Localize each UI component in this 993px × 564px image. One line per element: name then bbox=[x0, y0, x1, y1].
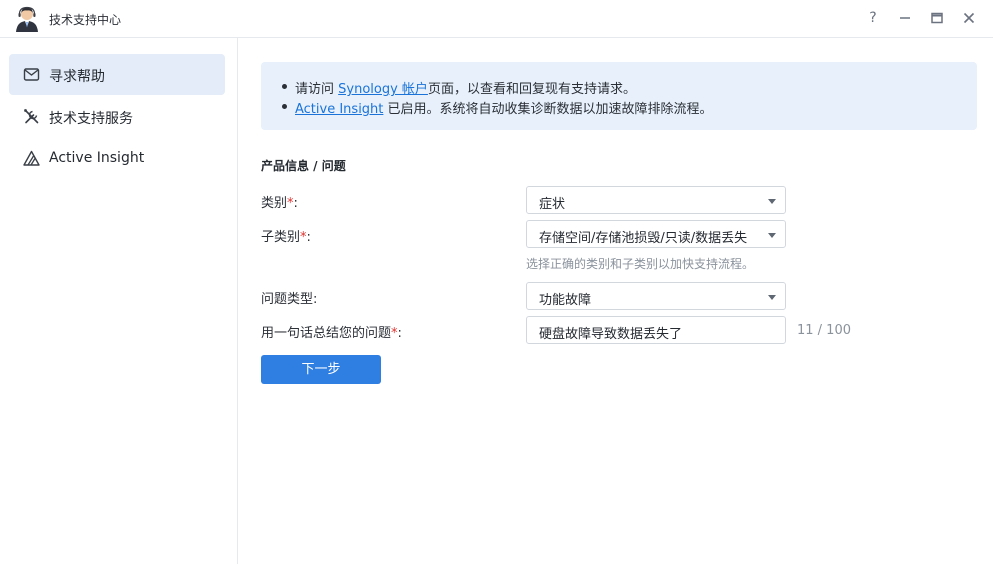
tools-icon bbox=[23, 108, 39, 124]
subcategory-select[interactable]: 存储空间/存储池损毁/只读/数据丢失 bbox=[526, 220, 786, 248]
chevron-down-icon bbox=[768, 295, 776, 300]
notice-line-account: 请访问 Synology 帐户页面，以查看和回复现有支持请求。 bbox=[295, 78, 636, 97]
notice-line-active-insight: Active Insight 已启用。系统将自动收集诊断数据以加速故障排除流程。 bbox=[295, 98, 713, 117]
window-title: 技术支持中心 bbox=[49, 13, 122, 27]
mail-icon bbox=[23, 68, 40, 81]
info-notice: 请访问 Synology 帐户页面，以查看和回复现有支持请求。 Active I… bbox=[261, 62, 977, 130]
summary-input[interactable]: 硬盘故障导致数据丢失了 bbox=[526, 316, 786, 344]
sidebar-item-support-services[interactable]: 技术支持服务 bbox=[9, 96, 225, 137]
title-bar: 技术支持中心 ? bbox=[0, 0, 993, 38]
minimize-icon[interactable] bbox=[895, 8, 915, 28]
bullet-icon bbox=[282, 104, 287, 109]
subcategory-value: 存储空间/存储池损毁/只读/数据丢失 bbox=[539, 231, 748, 246]
sidebar-item-active-insight[interactable]: Active Insight bbox=[9, 138, 225, 179]
notice-text: 请访问 bbox=[295, 82, 339, 97]
sidebar: 寻求帮助 技术支持服务 Active Insight bbox=[0, 38, 238, 564]
active-insight-icon bbox=[23, 150, 40, 166]
chevron-down-icon bbox=[768, 233, 776, 238]
section-title: 产品信息 / 问题 bbox=[261, 159, 346, 173]
category-select[interactable]: 症状 bbox=[526, 186, 786, 214]
character-counter: 11 / 100 bbox=[797, 323, 851, 338]
sidebar-item-label: 寻求帮助 bbox=[49, 69, 105, 85]
support-agent-avatar-icon bbox=[16, 6, 38, 32]
synology-account-link[interactable]: Synology 帐户 bbox=[338, 82, 428, 97]
maximize-icon[interactable] bbox=[927, 8, 947, 28]
sidebar-item-label: 技术支持服务 bbox=[49, 111, 133, 127]
sidebar-item-get-help[interactable]: 寻求帮助 bbox=[9, 54, 225, 95]
sidebar-item-label: Active Insight bbox=[49, 150, 145, 166]
bullet-icon bbox=[282, 84, 287, 89]
summary-value: 硬盘故障导致数据丢失了 bbox=[539, 327, 683, 342]
chevron-down-icon bbox=[768, 199, 776, 204]
issue-type-select[interactable]: 功能故障 bbox=[526, 282, 786, 310]
notice-text: 页面，以查看和回复现有支持请求。 bbox=[427, 82, 636, 97]
notice-text: 已启用。系统将自动收集诊断数据以加速故障排除流程。 bbox=[383, 102, 713, 117]
issue-type-value: 功能故障 bbox=[539, 293, 592, 308]
close-icon[interactable] bbox=[959, 8, 979, 28]
subcategory-label: 子类别*: bbox=[261, 230, 311, 245]
subcategory-hint: 选择正确的类别和子类别以加快支持流程。 bbox=[526, 257, 755, 271]
help-icon[interactable]: ? bbox=[863, 8, 883, 28]
active-insight-link[interactable]: Active Insight bbox=[295, 102, 383, 117]
summary-label: 用一句话总结您的问题*: bbox=[261, 326, 402, 341]
issue-type-label: 问题类型: bbox=[261, 292, 318, 307]
category-label: 类别*: bbox=[261, 196, 298, 211]
next-button[interactable]: 下一步 bbox=[261, 355, 381, 384]
category-value: 症状 bbox=[539, 197, 566, 212]
